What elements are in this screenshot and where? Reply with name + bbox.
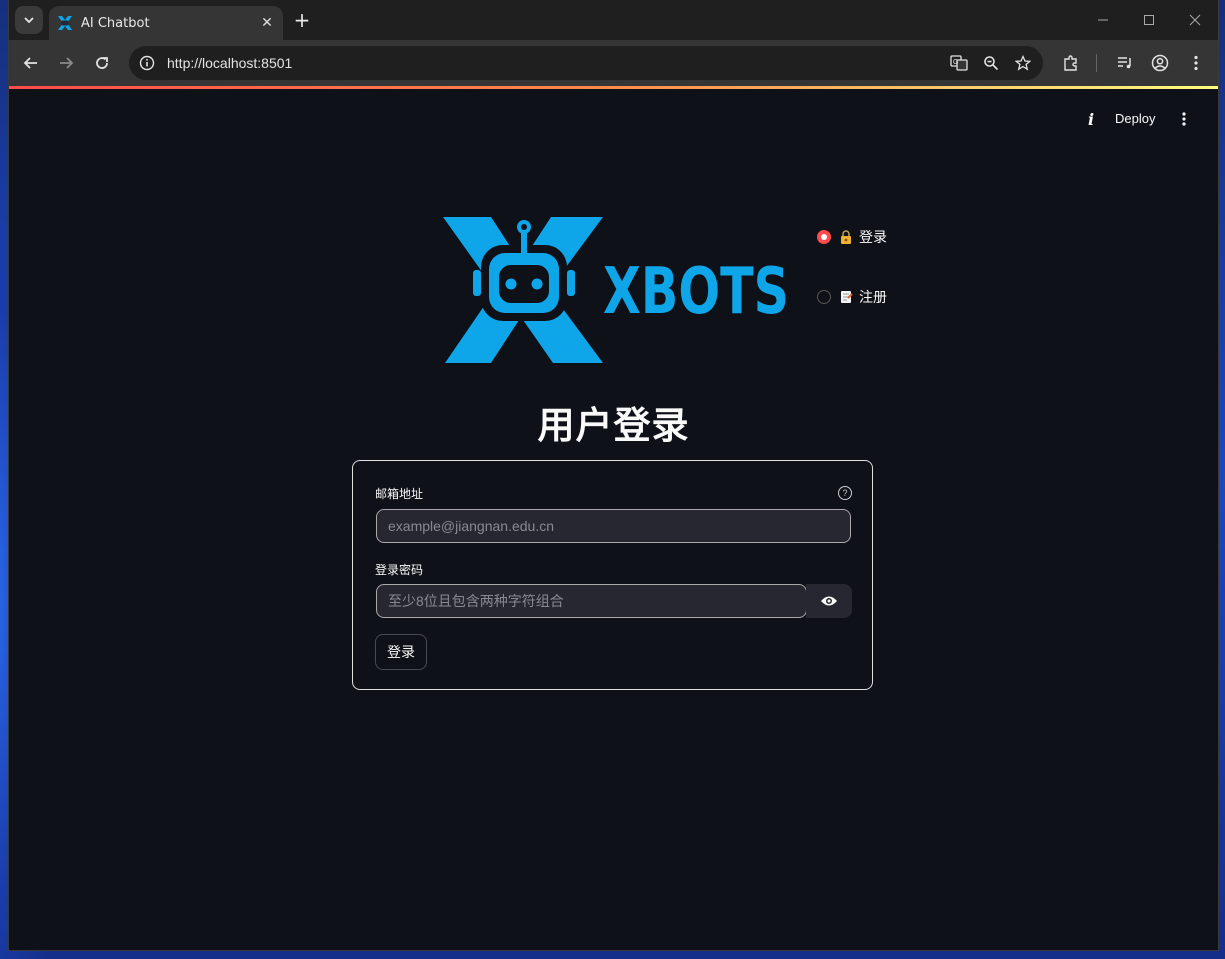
minimize-icon[interactable] [1091,8,1115,32]
nav-register-label: 注册 [859,290,887,306]
login-form: 邮箱地址 ? example@jiangnan.edu.cn 登录密码 至少8位… [352,460,873,690]
lock-key-icon [841,230,851,244]
site-info-icon[interactable] [137,53,157,73]
reload-icon[interactable] [90,51,114,75]
address-bar[interactable]: http://localhost:8501 G [129,46,1043,80]
logo-wordmark: XBOTS [603,255,789,329]
close-window-icon[interactable] [1183,8,1207,32]
nav-option-login[interactable]: 登录 [817,225,887,249]
svg-text:G: G [953,59,958,66]
xbots-logo: XBOTS [443,217,789,363]
radio-unselected[interactable] [817,290,831,304]
bookmark-star-icon[interactable] [1011,51,1035,75]
browser-tab[interactable]: AI Chatbot ✕ [49,6,283,40]
browser-menu-icon[interactable] [1184,51,1208,75]
info-icon[interactable]: i [1081,109,1101,129]
url-text: http://localhost:8501 [167,55,293,71]
email-placeholder: example@jiangnan.edu.cn [388,518,554,534]
browser-window: AI Chatbot ✕ + http://localhost:8501 G i… [8,0,1219,951]
deploy-button[interactable]: Deploy [1109,108,1161,130]
translate-icon[interactable]: G [947,51,971,75]
password-label: 登录密码 [375,563,424,577]
streamlit-app: i Deploy XBOTS 登录 注册 用户登录 邮箱地址 ? example… [9,89,1218,950]
zoom-icon[interactable] [979,51,1003,75]
browser-toolbar: http://localhost:8501 G [9,40,1218,86]
password-placeholder: 至少8位且包含两种字符组合 [388,593,564,609]
radio-selected[interactable] [817,230,831,244]
email-field[interactable]: example@jiangnan.edu.cn [376,509,851,543]
maximize-icon[interactable] [1137,8,1161,32]
help-question-icon[interactable]: ? [838,486,852,500]
profile-avatar-icon[interactable] [1148,51,1172,75]
forward-arrow-icon[interactable] [54,51,78,75]
tab-search-button[interactable] [15,6,43,34]
nav-login-label: 登录 [859,230,887,246]
show-password-eye-icon[interactable] [806,584,852,618]
email-label: 邮箱地址 [375,487,424,501]
memo-icon [841,291,853,303]
page-title: 用户登录 [537,404,690,447]
password-field[interactable]: 至少8位且包含两种字符组合 [376,584,807,618]
tab-close-icon[interactable]: ✕ [257,13,277,33]
tab-title: AI Chatbot [81,15,150,31]
new-tab-icon[interactable]: + [291,8,313,32]
nav-option-register[interactable]: 注册 [817,285,887,309]
xbots-favicon-icon [58,16,72,30]
login-submit-button[interactable]: 登录 [375,634,427,670]
toolbar-divider [1096,54,1097,72]
extensions-puzzle-icon[interactable] [1059,51,1083,75]
tab-strip: AI Chatbot ✕ + [9,0,1218,40]
media-playlist-icon[interactable] [1113,51,1137,75]
app-menu-icon[interactable] [1174,109,1194,129]
back-arrow-icon[interactable] [19,51,43,75]
chevron-down-icon [24,17,34,24]
